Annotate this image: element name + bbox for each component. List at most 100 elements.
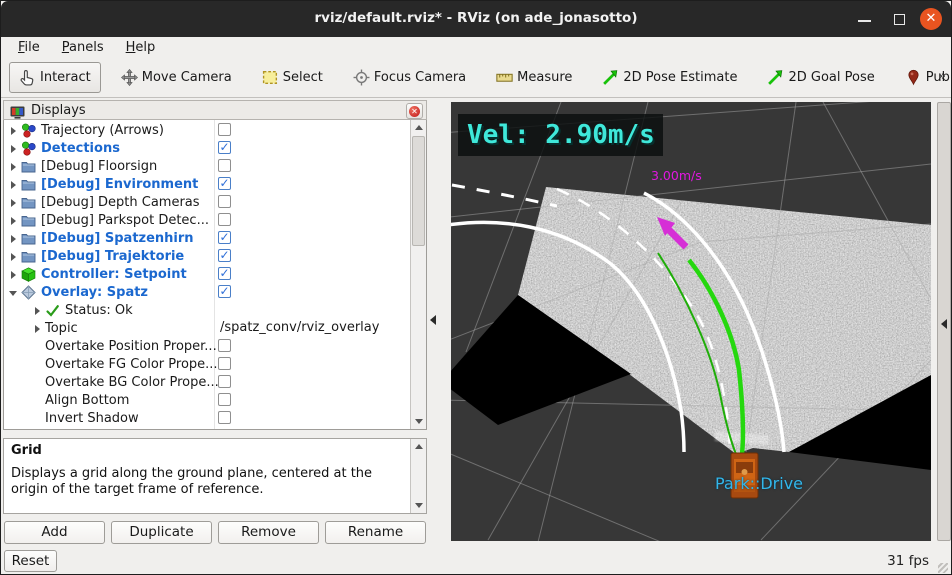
display-row[interactable]: Invert Shadow xyxy=(4,409,410,427)
expander-icon[interactable] xyxy=(6,249,21,264)
display-row[interactable]: Overtake BG Color Prope... xyxy=(4,373,410,391)
displays-panel-title: Displays xyxy=(31,102,86,118)
expander-icon[interactable] xyxy=(6,195,21,210)
expander-icon[interactable] xyxy=(6,159,21,174)
remove-button[interactable]: Remove xyxy=(218,521,319,544)
panel-close-button[interactable]: ✕ xyxy=(406,103,423,119)
display-row[interactable]: Status: Ok xyxy=(4,301,410,319)
expander-icon[interactable] xyxy=(6,285,21,300)
select-icon xyxy=(262,69,279,86)
tool-interact[interactable]: Interact xyxy=(9,62,101,93)
description-text: Displays a grid along the ground plane, … xyxy=(11,466,373,498)
expander-icon[interactable] xyxy=(6,267,21,282)
scroll-up-icon[interactable] xyxy=(412,440,425,453)
expander-icon[interactable] xyxy=(6,177,21,192)
expander-icon[interactable] xyxy=(30,321,45,336)
enabled-checkbox[interactable] xyxy=(218,375,231,388)
displays-panel-header[interactable]: Displays ✕ xyxy=(3,100,427,120)
tool-measure[interactable]: Measure xyxy=(486,62,582,93)
maximize-icon[interactable] xyxy=(894,14,905,25)
description-box: Grid Displays a grid along the ground pl… xyxy=(3,438,427,514)
display-row[interactable]: [Debug] Trajektorie ✓ xyxy=(4,247,410,265)
display-row[interactable]: Overtake Position Proper... xyxy=(4,337,410,355)
collapse-left-icon[interactable] xyxy=(430,315,436,325)
folder-icon xyxy=(21,177,36,192)
toolbar-overflow-button[interactable]: » xyxy=(938,69,946,84)
minimize-icon[interactable] xyxy=(858,20,871,22)
scroll-down-icon[interactable] xyxy=(412,499,425,512)
tool-2d-pose-estimate[interactable]: 2D Pose Estimate xyxy=(592,62,747,93)
scroll-up-icon[interactable] xyxy=(412,121,425,134)
reset-button[interactable]: Reset xyxy=(4,550,57,572)
property-value[interactable]: /spatz_conv/rviz_overlay xyxy=(220,320,379,335)
title-bar[interactable]: rviz/default.rviz* - RViz (on ade_jonaso… xyxy=(1,1,951,37)
enabled-checkbox[interactable]: ✓ xyxy=(218,141,231,154)
enabled-checkbox[interactable]: ✓ xyxy=(218,285,231,298)
expander-icon[interactable] xyxy=(30,339,45,354)
scroll-down-icon[interactable] xyxy=(412,415,425,428)
enabled-checkbox[interactable] xyxy=(218,357,231,370)
tool-select[interactable]: Select xyxy=(252,62,333,93)
description-title: Grid xyxy=(11,443,42,458)
rviz-window: rviz/default.rviz* - RViz (on ade_jonaso… xyxy=(0,0,952,575)
enabled-checkbox[interactable] xyxy=(218,411,231,424)
diamond-icon xyxy=(21,284,36,300)
measure-icon xyxy=(496,69,513,86)
display-row[interactable]: Controller: Setpoint ✓ xyxy=(4,265,410,283)
enabled-checkbox[interactable]: ✓ xyxy=(218,249,231,262)
expander-icon[interactable] xyxy=(6,123,21,138)
display-row[interactable]: [Debug] Spatzenhirn ✓ xyxy=(4,229,410,247)
display-row[interactable]: Align Bottom xyxy=(4,391,410,409)
toolbar-tools: Interact Move Camera Select Focus Camera Mea… xyxy=(9,62,951,93)
rename-button[interactable]: Rename xyxy=(325,521,426,544)
close-icon[interactable]: ✕ xyxy=(920,8,942,30)
display-name: Overlay: Spatz xyxy=(41,284,149,300)
tool-label: Measure xyxy=(517,70,573,85)
display-row[interactable]: Trajectory (Arrows) xyxy=(4,121,410,139)
resize-grip[interactable] xyxy=(938,563,948,573)
enabled-checkbox[interactable] xyxy=(218,195,231,208)
velocity-text: Vel: 2.90m/s xyxy=(467,120,655,150)
display-row[interactable]: Overlay: Spatz ✓ xyxy=(4,283,410,301)
enabled-checkbox[interactable]: ✓ xyxy=(218,177,231,190)
expander-icon[interactable] xyxy=(30,393,45,408)
display-row[interactable]: [Debug] Depth Cameras xyxy=(4,193,410,211)
display-row[interactable]: [Debug] Floorsign xyxy=(4,157,410,175)
right-panel-handle[interactable] xyxy=(937,102,951,541)
enabled-checkbox[interactable] xyxy=(218,339,231,352)
duplicate-button[interactable]: Duplicate xyxy=(111,521,212,544)
display-row[interactable]: Detections ✓ xyxy=(4,139,410,157)
expander-icon[interactable] xyxy=(6,141,21,156)
display-name: [Debug] Parkspot Detec... xyxy=(41,212,209,228)
expander-icon[interactable] xyxy=(30,303,45,318)
display-row[interactable]: Overtake FG Color Prope... xyxy=(4,355,410,373)
enabled-checkbox[interactable] xyxy=(218,159,231,172)
velocity-overlay: Vel: 2.90m/s xyxy=(458,114,663,156)
menu-panels[interactable]: Panels xyxy=(53,38,113,57)
tool-2d-goal-pose[interactable]: 2D Goal Pose xyxy=(757,62,884,93)
menu-file[interactable]: File xyxy=(9,38,49,57)
pin-icon xyxy=(905,69,922,86)
enabled-checkbox[interactable]: ✓ xyxy=(218,231,231,244)
display-row[interactable]: [Debug] Parkspot Detec... xyxy=(4,211,410,229)
enabled-checkbox[interactable]: ✓ xyxy=(218,267,231,280)
menu-help[interactable]: Help xyxy=(117,38,165,57)
enabled-checkbox[interactable] xyxy=(218,393,231,406)
expander-icon[interactable] xyxy=(6,213,21,228)
enabled-checkbox[interactable] xyxy=(218,123,231,136)
expander-icon[interactable] xyxy=(6,231,21,246)
tool-label: Interact xyxy=(40,70,91,85)
tool-focus-camera[interactable]: Focus Camera xyxy=(343,62,476,93)
tree-scrollbar[interactable] xyxy=(410,120,426,429)
add-button[interactable]: Add xyxy=(4,521,105,544)
enabled-checkbox[interactable] xyxy=(218,213,231,226)
expander-icon[interactable] xyxy=(30,357,45,372)
description-scrollbar[interactable] xyxy=(410,439,426,513)
display-row[interactable]: Topic/spatz_conv/rviz_overlay xyxy=(4,319,410,337)
render-view[interactable]: Vel: 2.90m/s 3.00m/s Park::Drive xyxy=(451,102,931,541)
scrollbar-thumb[interactable] xyxy=(412,136,425,246)
display-row[interactable]: [Debug] Environment ✓ xyxy=(4,175,410,193)
expander-icon[interactable] xyxy=(30,411,45,426)
tool-move-camera[interactable]: Move Camera xyxy=(111,62,242,93)
expander-icon[interactable] xyxy=(30,375,45,390)
